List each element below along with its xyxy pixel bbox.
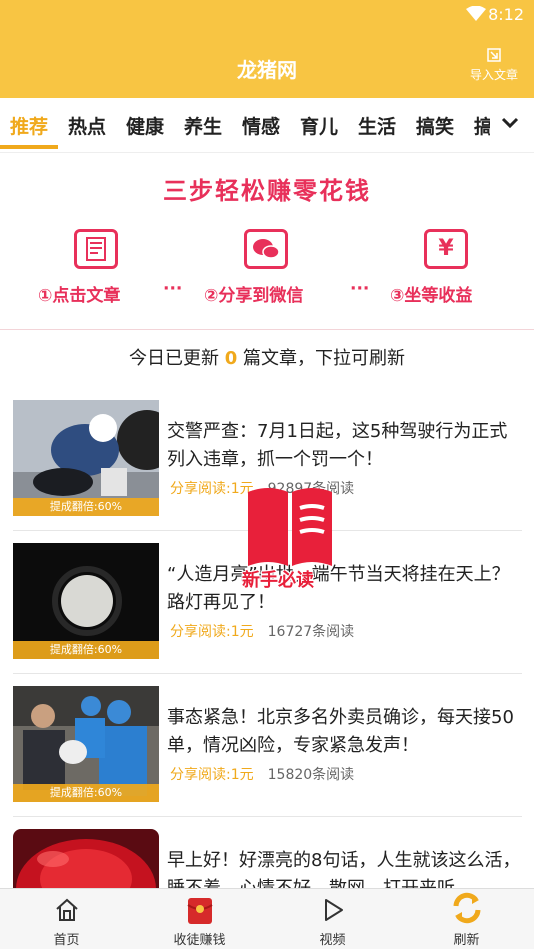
app-bar: 龙猪网 导入文章	[0, 30, 534, 98]
article-thumbnail: 提成翻倍:60%	[13, 686, 159, 802]
category-tabs: 推荐 热点 健康 养生 情感 育儿 生活 搞笑 搞	[0, 98, 534, 153]
article-thumbnail: 提成翻倍:60%	[13, 543, 159, 659]
status-bar: 8:12	[0, 0, 534, 30]
import-article-label: 导入文章	[469, 68, 518, 82]
newbie-guide-button[interactable]: 新手必读	[242, 482, 338, 594]
step-2-label: ②分享到微信	[204, 286, 304, 306]
chevron-down-icon	[501, 117, 519, 129]
article-meta: 分享阅读:1元 16727条阅读	[170, 621, 354, 641]
yen-icon: ¥	[424, 229, 468, 269]
step-3-label: ③坐等收益	[390, 286, 473, 306]
tab-health[interactable]: 健康	[126, 112, 164, 139]
tab-emotion[interactable]: 情感	[242, 112, 280, 139]
wechat-icon	[244, 229, 288, 269]
bottom-navigation: 首页 收徒赚钱 视频 刷新	[0, 888, 534, 949]
nav-recruit[interactable]: 收徒赚钱	[133, 889, 266, 949]
step-separator: ···	[350, 279, 370, 299]
book-icon	[248, 488, 332, 566]
step-separator: ···	[163, 279, 183, 299]
article-thumbnail: 提成翻倍:60%	[13, 400, 159, 516]
home-icon	[55, 898, 78, 921]
import-icon	[487, 48, 501, 62]
play-icon	[324, 899, 343, 921]
nav-refresh-label: 刷新	[453, 933, 480, 948]
tab-wellness[interactable]: 养生	[184, 112, 222, 139]
update-count: 0	[224, 348, 238, 369]
more-tabs-button[interactable]	[490, 98, 534, 152]
commission-badge: 提成翻倍:60%	[13, 784, 159, 802]
tab-recommend[interactable]: 推荐	[10, 112, 48, 139]
commission-badge: 提成翻倍:60%	[13, 641, 159, 659]
article-title: 事态紧急！北京多名外卖员确诊，每天接50单，情况凶险，专家紧急发声！	[167, 707, 514, 756]
import-article-button[interactable]: 导入文章	[464, 46, 524, 83]
share-reward: 分享阅读:1元	[170, 767, 254, 783]
wifi-icon	[466, 6, 486, 21]
refresh-note: 今日已更新 0 篇文章，下拉可刷新	[129, 348, 405, 369]
nav-video[interactable]: 视频	[266, 889, 399, 949]
tab-life[interactable]: 生活	[358, 112, 396, 139]
promo-headline: 三步轻松赚零花钱	[163, 177, 371, 205]
nav-video-label: 视频	[319, 933, 346, 948]
app-title: 龙猪网	[237, 58, 297, 82]
tab-parenting[interactable]: 育儿	[300, 112, 338, 139]
promo-banner[interactable]: 三步轻松赚零花钱 ¥ ①点击文章 ··· ②分享到微信 ··· ③坐等收益	[0, 153, 534, 330]
article-item[interactable]: 提成翻倍:60% 事态紧急！北京多名外卖员确诊，每天接50单，情况凶险，专家紧急…	[0, 674, 534, 817]
refresh-icon	[453, 892, 480, 924]
document-icon	[74, 229, 118, 269]
commission-badge: 提成翻倍:60%	[13, 498, 159, 516]
step-1-label: ①点击文章	[38, 286, 121, 306]
article-title: “人造月亮”出世，端午节当天将挂在天上？路灯再见了！	[167, 564, 510, 613]
tab-hot[interactable]: 热点	[68, 112, 106, 139]
share-reward: 分享阅读:1元	[170, 624, 254, 640]
read-count: 16727条阅读	[267, 624, 355, 640]
tab-funny[interactable]: 搞笑	[416, 112, 454, 139]
newbie-guide-label: 新手必读	[242, 570, 314, 591]
nav-home[interactable]: 首页	[0, 889, 133, 949]
article-title: 交警严查：7月1日起，这5种驾驶行为正式列入违章，抓一个罚一个！	[167, 421, 508, 470]
article-meta: 分享阅读:1元 15820条阅读	[170, 764, 354, 784]
read-count: 15820条阅读	[267, 767, 355, 783]
status-time: 8:12	[488, 5, 524, 24]
nav-recruit-label: 收徒赚钱	[173, 933, 226, 948]
nav-home-label: 首页	[53, 933, 80, 948]
nav-refresh[interactable]: 刷新	[400, 889, 533, 949]
active-tab-indicator	[0, 145, 58, 149]
red-envelope-icon	[186, 898, 213, 924]
